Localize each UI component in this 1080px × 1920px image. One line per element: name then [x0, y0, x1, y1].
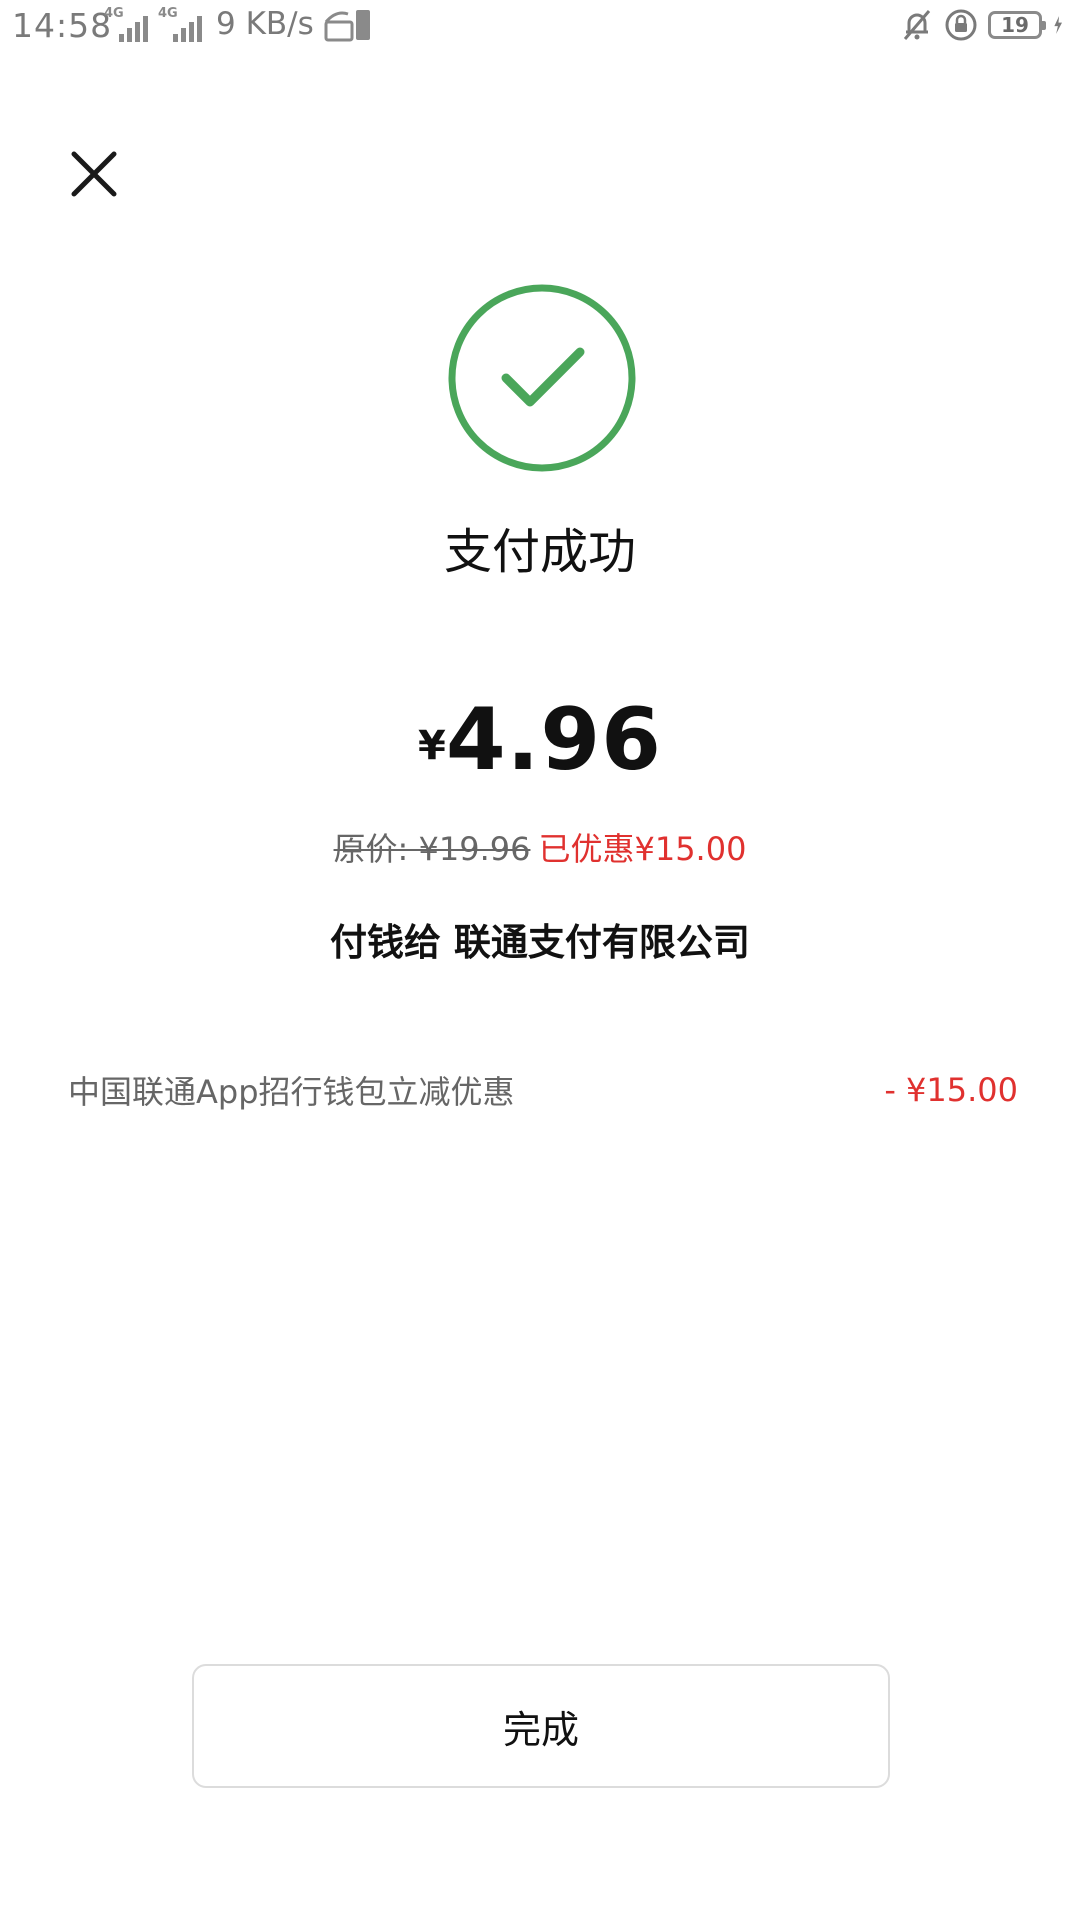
- network-speed: 9 KB/s: [216, 6, 314, 42]
- close-button[interactable]: [62, 142, 126, 206]
- status-right-icons: 19: [900, 8, 1072, 42]
- payee-name: 付钱给 联通支付有限公司: [330, 921, 750, 964]
- payment-amount: ¥4.96: [0, 690, 1080, 790]
- discount-amount: - ¥15.00: [884, 1071, 1018, 1109]
- done-button[interactable]: 完成: [192, 1664, 890, 1788]
- status-time: 14:58: [12, 6, 113, 45]
- signal-icon: 4G: [104, 6, 148, 42]
- discount-row: 中国联通App招行钱包立减优惠 - ¥15.00: [68, 1066, 1018, 1114]
- charging-icon: [1054, 16, 1062, 34]
- signal-group: 4G 4G: [104, 6, 212, 42]
- rotation-lock-icon: [945, 9, 977, 41]
- status-bar: 14:58 4G 4G 9 KB/s 19: [0, 0, 1080, 56]
- signal-icon: 4G: [158, 6, 202, 42]
- original-price: 原价: ¥19.96: [333, 830, 531, 868]
- discount-name: 中国联通App招行钱包立减优惠: [68, 1073, 515, 1111]
- battery-level: 19: [1001, 13, 1029, 37]
- close-icon: [71, 151, 117, 197]
- payment-status-title: 支付成功: [443, 524, 636, 580]
- hd-voice-icon: [324, 10, 370, 42]
- price-summary: 原价: ¥19.96 已优惠¥15.00: [0, 824, 1080, 870]
- discount-total: 已优惠¥15.00: [538, 830, 747, 868]
- amount-value: 4.96: [445, 690, 663, 790]
- mute-bell-icon: [903, 10, 931, 40]
- success-check-icon: [448, 284, 636, 472]
- battery-icon: 19: [988, 11, 1046, 39]
- currency-symbol: ¥: [417, 723, 446, 769]
